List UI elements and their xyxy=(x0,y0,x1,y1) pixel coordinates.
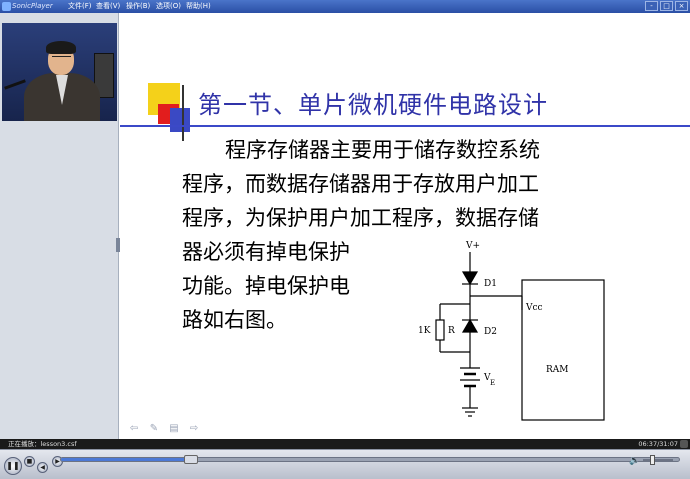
label-r-value: 1K xyxy=(418,326,431,336)
menu-icon[interactable]: ▤ xyxy=(168,424,180,434)
pause-button[interactable]: ❚❚ xyxy=(4,457,22,475)
volume-slider[interactable] xyxy=(643,459,673,462)
title-underline xyxy=(120,125,690,127)
body-line-5: 功能。掉电保护电 xyxy=(182,274,350,298)
body-line-6: 路如右图。 xyxy=(182,308,287,332)
menu-help[interactable]: 帮助(H) xyxy=(186,0,211,13)
label-vb-sub: E xyxy=(490,379,495,387)
body-line-1: 程序存储器主要用于储存数控系统 xyxy=(225,138,540,162)
title-decoration-blue xyxy=(170,108,190,132)
body-line-2: 程序，而数据存储器用于存放用户加工 xyxy=(182,172,539,196)
title-bar: SonicPlayer 文件(F) 查看(V) 操作(B) 选项(O) 帮助(H… xyxy=(0,0,690,13)
minimize-button[interactable]: - xyxy=(645,1,658,11)
body-line-4: 器必须有掉电保护 xyxy=(182,240,350,264)
label-d1: D1 xyxy=(484,279,497,289)
menu-operate[interactable]: 操作(B) xyxy=(126,0,150,13)
body-line-3: 程序，为保护用户加工程序，数据存储 xyxy=(182,206,539,230)
label-ram: RAM xyxy=(546,365,569,375)
slide-area: 第一节、单片微机硬件电路设计 程序存储器主要用于储存数控系统 程序，而数据存储器… xyxy=(120,13,690,439)
label-d2: D2 xyxy=(484,327,497,337)
seek-progress xyxy=(61,458,191,461)
menu-options[interactable]: 选项(O) xyxy=(156,0,181,13)
seek-thumb[interactable] xyxy=(184,455,199,464)
status-bar: 正在播放：lesson3.csf 06:37/31:07 xyxy=(0,439,690,449)
power-backup-circuit: V+ D1 D2 1K R Vcc RAM V E xyxy=(418,241,605,421)
app-icon xyxy=(2,2,11,11)
slide-nav: ⇦ ✎ ▤ ⇨ xyxy=(128,424,200,434)
menu-view[interactable]: 查看(V) xyxy=(96,0,120,13)
volume-thumb[interactable] xyxy=(650,455,655,465)
label-vplus: V+ xyxy=(465,241,480,251)
stop-button[interactable]: ■ xyxy=(24,456,35,467)
back-arrow-icon[interactable]: ⇦ xyxy=(128,424,140,434)
presenter-video[interactable] xyxy=(2,23,117,121)
volume-icon[interactable]: 🔈 xyxy=(629,456,641,466)
now-playing-text: 正在播放：lesson3.csf xyxy=(8,440,77,448)
menu-file[interactable]: 文件(F) xyxy=(68,0,92,13)
forward-arrow-icon[interactable]: ⇨ xyxy=(188,424,200,434)
close-button[interactable]: × xyxy=(675,1,688,11)
seek-bar[interactable] xyxy=(60,455,680,464)
title-decoration-vline xyxy=(182,85,184,141)
label-vcc: Vcc xyxy=(525,303,543,313)
previous-button[interactable]: ◀ xyxy=(37,462,48,473)
side-panel xyxy=(0,13,120,439)
transport-controls: ❚❚ ■ ◀ ▶ 🔈 xyxy=(0,449,690,479)
time-readout: 06:37/31:07 xyxy=(638,440,678,448)
slide-title: 第一节、单片微机硬件电路设计 xyxy=(198,91,548,119)
pen-icon[interactable]: ✎ xyxy=(148,424,160,434)
maximize-button[interactable]: □ xyxy=(660,1,673,11)
label-r: R xyxy=(448,326,455,336)
status-icon[interactable] xyxy=(680,440,688,448)
app-title: SonicPlayer xyxy=(12,2,53,10)
